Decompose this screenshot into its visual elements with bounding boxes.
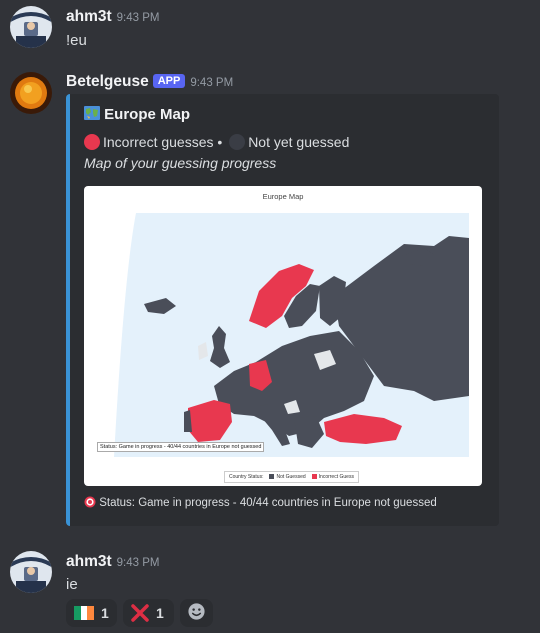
embed-title: Europe Map — [84, 106, 190, 123]
not-guessed-swatch — [269, 474, 275, 479]
username[interactable]: ahm3t — [66, 8, 112, 25]
timestamp: 9:43 PM — [190, 77, 234, 89]
embed-footer: Status: Game in progress - 40/44 countri… — [84, 496, 437, 509]
legend-incorrect: Incorrect guesses • — [103, 134, 223, 150]
embed: Europe Map Incorrect guesses • Not yet g… — [66, 94, 499, 526]
message-header: Betelgeuse APP 9:43 PM — [66, 73, 233, 91]
user-avatar[interactable] — [10, 6, 52, 48]
map-legend-title: Country Status: — [229, 474, 264, 480]
map-status: Status: Game in progress - 40/44 countri… — [97, 442, 265, 452]
message-text: ie — [66, 576, 78, 593]
user-avatar[interactable] — [10, 551, 52, 593]
message-text: !eu — [66, 32, 87, 49]
reaction-ireland[interactable]: 1 — [66, 599, 117, 627]
map-legend-incorrect: Incorrect Guess — [318, 474, 354, 480]
ireland-flag-icon — [74, 605, 94, 621]
incorrect-swatch — [311, 474, 317, 479]
app-badge: APP — [152, 74, 186, 88]
target-icon — [84, 496, 99, 509]
username[interactable]: ahm3t — [66, 553, 112, 570]
embed-subtitle: Map of your guessing progress — [84, 155, 277, 171]
map-image[interactable]: Europe Map Status: Game in progress - 40… — [84, 186, 482, 486]
world-map-icon — [84, 106, 104, 123]
timestamp: 9:43 PM — [116, 557, 160, 569]
incorrect-dot-icon — [84, 134, 100, 150]
embed-title-text: Europe Map — [104, 106, 191, 123]
legend-not-guessed: Not yet guessed — [248, 134, 350, 150]
reaction-red-x[interactable]: 1 — [123, 599, 174, 627]
bot-avatar[interactable] — [10, 72, 52, 114]
embed-legend: Incorrect guesses • Not yet guessed — [84, 134, 349, 150]
message-3: ahm3t 9:43 PM ie — [0, 551, 540, 601]
reaction-count: 1 — [101, 605, 109, 621]
europe-map — [98, 213, 469, 457]
username[interactable]: Betelgeuse — [66, 73, 149, 90]
map-legend-not-guessed: Not Guessed — [276, 474, 306, 480]
message-header: ahm3t 9:43 PM — [66, 553, 159, 571]
add-reaction-icon — [187, 602, 206, 624]
reaction-count: 1 — [156, 605, 164, 621]
message-1: ahm3t 9:43 PM !eu — [0, 6, 540, 56]
red-x-icon — [131, 604, 149, 622]
footer-text: Status: Game in progress - 40/44 countri… — [99, 497, 437, 509]
not-guessed-dot-icon — [229, 134, 246, 150]
timestamp: 9:43 PM — [116, 12, 160, 24]
add-reaction-button[interactable] — [180, 599, 213, 627]
message-header: ahm3t 9:43 PM — [66, 8, 159, 26]
map-legend: Country Status: Not Guessed Incorrect Gues… — [224, 471, 359, 483]
